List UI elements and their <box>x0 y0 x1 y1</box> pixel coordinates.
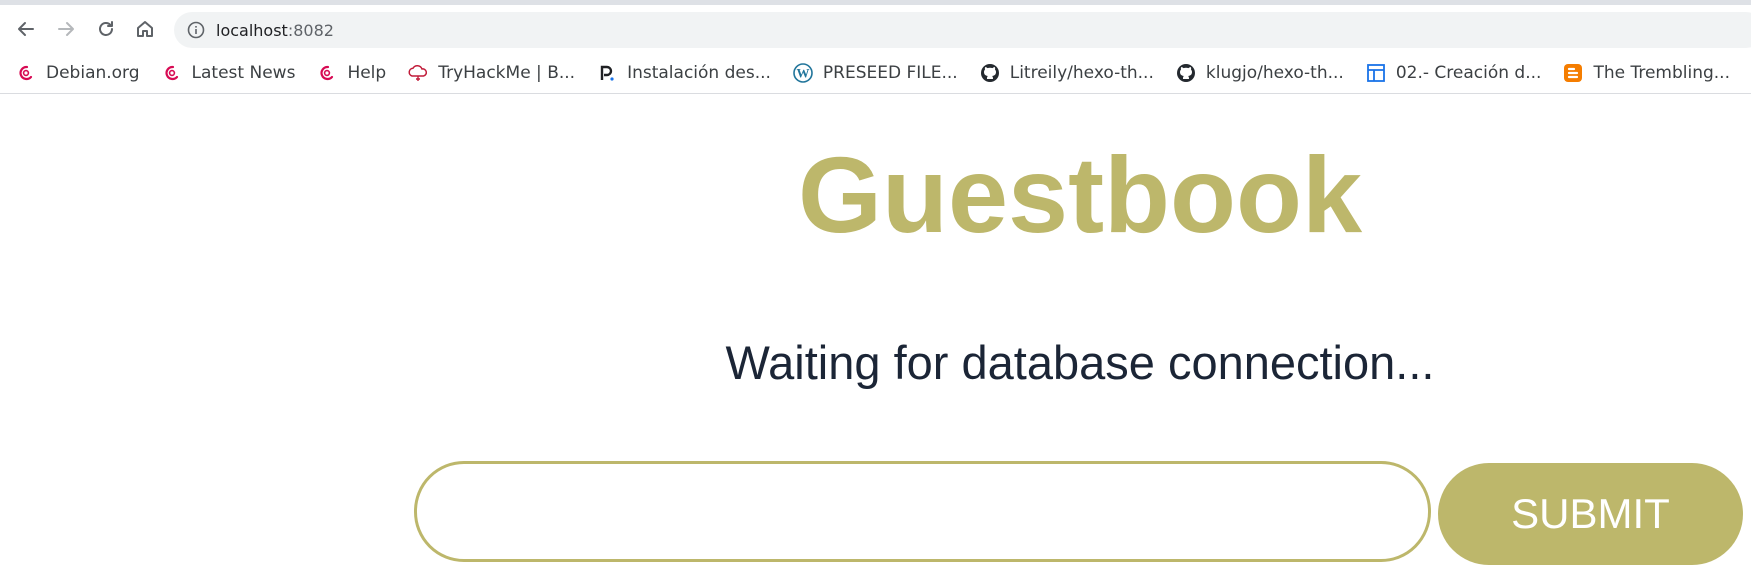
tab-strip <box>0 0 1751 5</box>
bookmark-label: Instalación des... <box>627 62 771 83</box>
guestbook-entry-input[interactable] <box>414 461 1431 562</box>
github-icon <box>1176 63 1196 83</box>
svg-text:W: W <box>796 65 809 80</box>
bookmark-help[interactable]: Help <box>317 63 386 83</box>
wordpress-icon: W <box>793 62 813 83</box>
page-content: Guestbook Waiting for database connectio… <box>0 95 1751 587</box>
arrow-right-icon <box>58 22 74 36</box>
bookmark-tryhackme[interactable]: TryHackMe | B... <box>408 63 575 83</box>
url-port: :8082 <box>287 20 334 40</box>
bookmark-label: The Trembling... <box>1593 62 1730 83</box>
bookmark-instalacion[interactable]: Instalación des... <box>597 63 771 83</box>
arrow-left-icon <box>18 22 34 36</box>
debian-icon <box>317 63 337 83</box>
back-button[interactable] <box>9 12 43 46</box>
tab-background <box>0 0 1200 5</box>
bookmark-preseed[interactable]: W PRESEED FILE... <box>793 63 958 83</box>
page-layout-icon <box>1366 63 1386 83</box>
bookmark-latest-news[interactable]: Latest News <box>162 62 296 83</box>
bookmark-klugjo[interactable]: klugjo/hexo-th... <box>1176 63 1344 83</box>
forward-button[interactable] <box>49 12 83 46</box>
bookmark-trembling[interactable]: The Trembling... <box>1563 63 1730 83</box>
bookmark-creacion[interactable]: 02.- Creación d... <box>1366 62 1542 83</box>
home-icon <box>137 21 153 37</box>
home-button[interactable] <box>128 12 162 46</box>
site-info-icon[interactable] <box>186 20 206 40</box>
bookmark-label: Latest News <box>191 62 296 83</box>
status-message: Waiting for database connection... <box>725 336 1435 389</box>
bookmark-label: klugjo/hexo-th... <box>1205 62 1344 83</box>
p-icon <box>597 63 617 83</box>
page-title: Guestbook <box>797 134 1363 255</box>
debian-icon <box>16 63 36 83</box>
bookmark-label: Debian.org <box>46 62 140 83</box>
bookmark-label: TryHackMe | B... <box>438 62 576 83</box>
bookmark-litreily[interactable]: Litreily/hexo-th... <box>980 63 1154 83</box>
url-host: localhost <box>216 20 288 40</box>
browser-toolbar: localhost:8082 <box>0 6 1751 52</box>
debian-icon <box>162 63 182 83</box>
reload-button[interactable] <box>89 12 123 46</box>
bookmark-label: Help <box>347 62 387 83</box>
browser-chrome: localhost:8082 Debian.org Latest News He… <box>0 0 1751 95</box>
address-bar[interactable]: localhost:8082 <box>174 12 1751 48</box>
reload-icon <box>99 21 113 36</box>
bookmarks-bar: Debian.org Latest News Help TryHackMe | … <box>0 52 1751 94</box>
bookmark-label: Litreily/hexo-th... <box>1009 62 1154 83</box>
bookmark-label: 02.- Creación d... <box>1395 62 1542 83</box>
bookmark-debian-org[interactable]: Debian.org <box>16 63 140 83</box>
submit-button[interactable]: SUBMIT <box>1438 463 1743 565</box>
tryhackme-icon <box>408 63 428 83</box>
bookmark-label: PRESEED FILE... <box>822 62 958 83</box>
github-icon <box>980 63 1000 83</box>
blogger-icon <box>1563 63 1583 83</box>
url-text: localhost:8082 <box>216 21 334 40</box>
